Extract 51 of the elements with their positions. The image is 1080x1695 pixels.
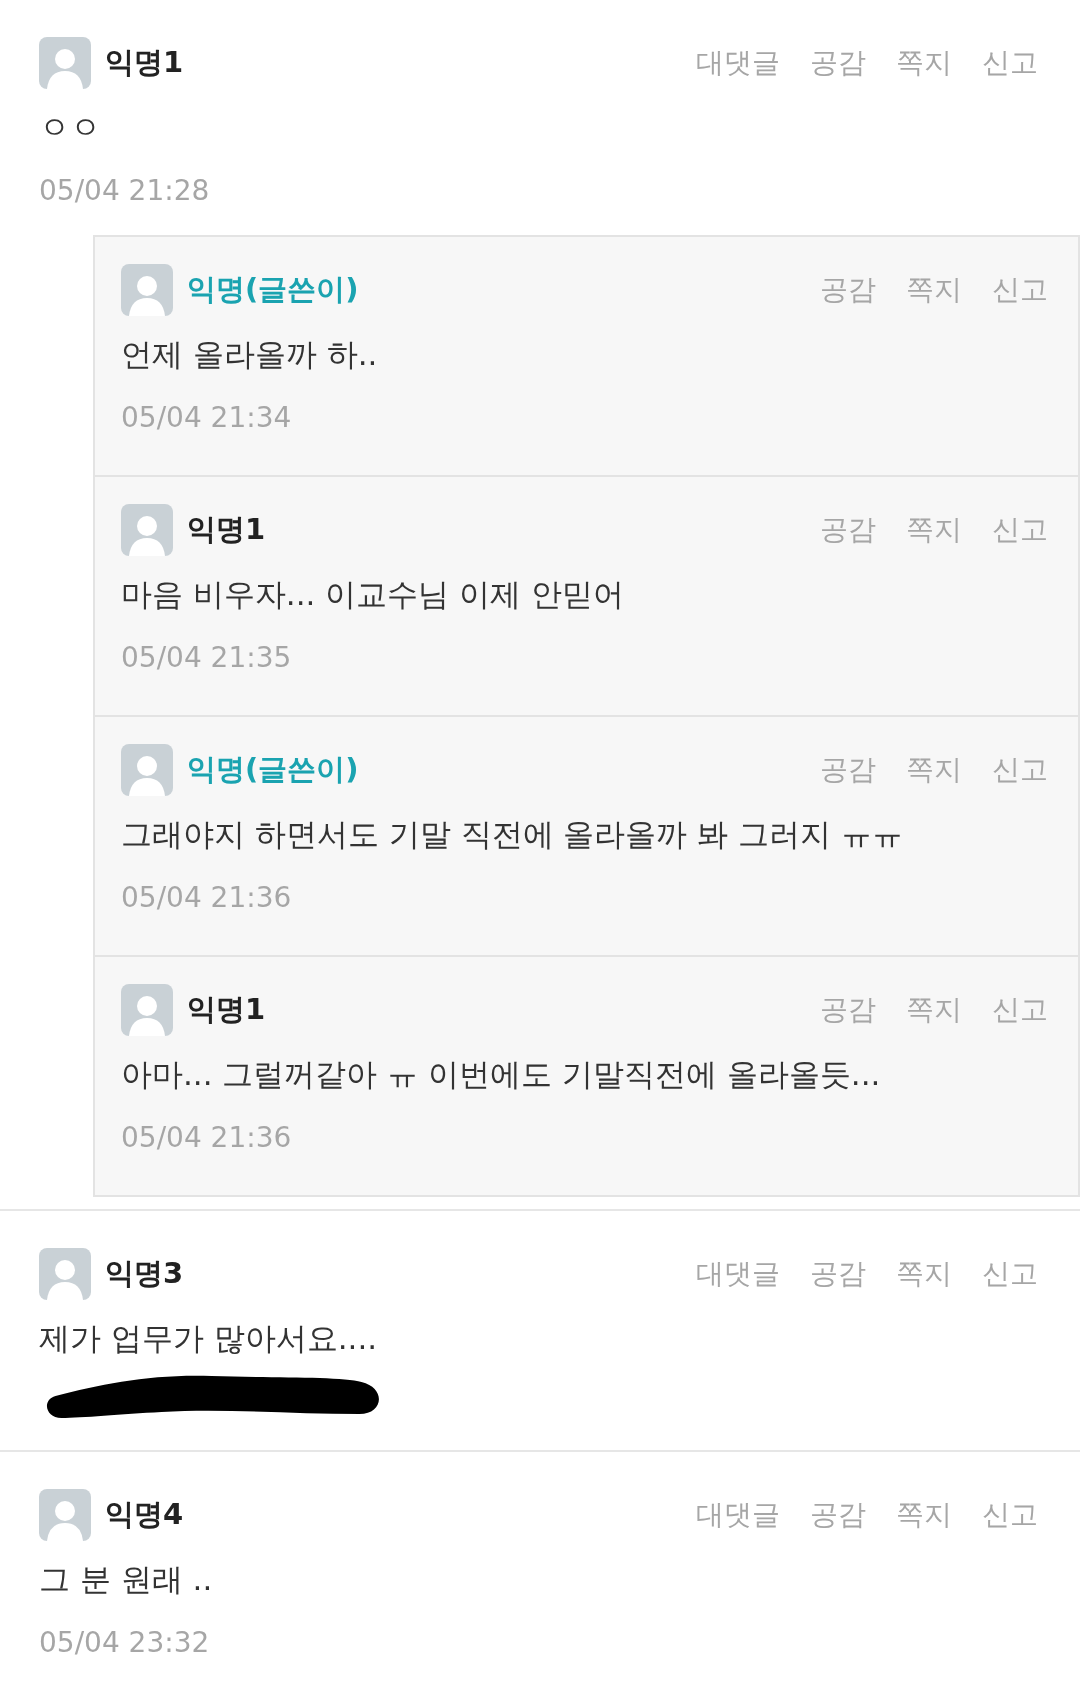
timestamp: 05/04 23:32 bbox=[39, 1625, 211, 1661]
action-link[interactable]: 신고 bbox=[992, 991, 1048, 1029]
avatar-icon bbox=[39, 1248, 91, 1300]
timestamp: 05/04 21:36 bbox=[121, 880, 293, 916]
avatar-icon bbox=[39, 1489, 91, 1541]
author-name: 익명1 bbox=[187, 511, 266, 548]
timestamp: 05/04 21:35 bbox=[121, 640, 293, 676]
action-link[interactable]: 공감 bbox=[810, 1496, 866, 1534]
timestamp: 05/04 21:28 bbox=[39, 173, 211, 209]
avatar-icon bbox=[121, 504, 173, 556]
action-link[interactable]: 신고 bbox=[982, 1255, 1038, 1293]
author-name: 익명1 bbox=[187, 991, 266, 1028]
action-link[interactable]: 쪽지 bbox=[906, 511, 962, 549]
action-link[interactable]: 신고 bbox=[982, 44, 1038, 82]
avatar-icon bbox=[121, 984, 173, 1036]
comment-text: 제가 업무가 많아서요.... bbox=[39, 1319, 379, 1358]
action-link[interactable]: 공감 bbox=[810, 1255, 866, 1293]
action-link[interactable]: 신고 bbox=[992, 271, 1048, 309]
timestamp: 05/04 21:36 bbox=[121, 1120, 293, 1156]
action-link[interactable]: 대댓글 bbox=[696, 44, 780, 82]
avatar-icon bbox=[39, 37, 91, 89]
action-link[interactable]: 공감 bbox=[810, 44, 866, 82]
author-name: 익명(글쓴이) bbox=[187, 271, 359, 308]
avatar-icon bbox=[121, 744, 173, 796]
author-name: 익명4 bbox=[105, 1496, 184, 1533]
comment-text: 언제 올라올까 하.. bbox=[121, 335, 379, 374]
action-link[interactable]: 쪽지 bbox=[906, 271, 962, 309]
action-link[interactable]: 대댓글 bbox=[696, 1255, 780, 1293]
timestamp: 05/04 21:34 bbox=[121, 400, 293, 436]
action-link[interactable]: 신고 bbox=[982, 1496, 1038, 1534]
avatar-icon bbox=[121, 264, 173, 316]
action-link[interactable]: 쪽지 bbox=[896, 1255, 952, 1293]
action-link[interactable]: 쪽지 bbox=[906, 751, 962, 789]
action-link[interactable]: 신고 bbox=[992, 751, 1048, 789]
comment-text: 아마... 그럴꺼같아 ㅠ 이번에도 기말직전에 올라올듯... bbox=[121, 1055, 882, 1094]
comment-text: ㅇㅇ bbox=[39, 108, 102, 147]
action-link[interactable]: 신고 bbox=[992, 511, 1048, 549]
action-link[interactable]: 공감 bbox=[820, 511, 876, 549]
author-name: 익명(글쓴이) bbox=[187, 751, 359, 788]
comment-text: 그 분 원래 .. bbox=[39, 1560, 214, 1599]
action-link[interactable]: 쪽지 bbox=[906, 991, 962, 1029]
action-link[interactable]: 공감 bbox=[820, 991, 876, 1029]
action-link[interactable]: 공감 bbox=[820, 271, 876, 309]
action-link[interactable]: 공감 bbox=[820, 751, 876, 789]
author-name: 익명1 bbox=[105, 44, 184, 81]
action-link[interactable]: 대댓글 bbox=[696, 1496, 780, 1534]
comment-text: 그래야지 하면서도 기말 직전에 올라올까 봐 그러지 ㅠㅠ bbox=[121, 815, 904, 854]
action-link[interactable]: 쪽지 bbox=[896, 1496, 952, 1534]
comment-text: 마음 비우자... 이교수님 이제 안믿어 bbox=[121, 575, 625, 614]
action-link[interactable]: 쪽지 bbox=[896, 44, 952, 82]
author-name: 익명3 bbox=[105, 1255, 184, 1292]
